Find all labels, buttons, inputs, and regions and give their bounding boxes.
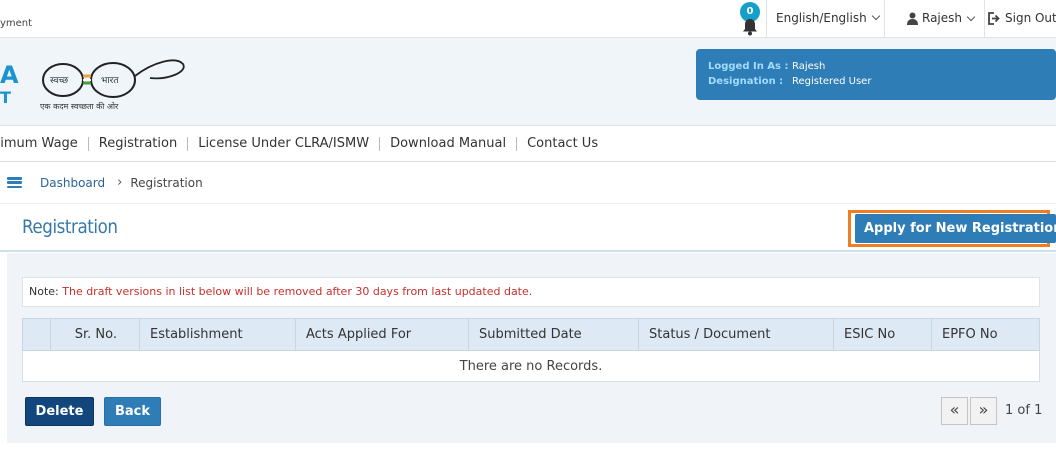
sign-out-label: Sign Out [1005,11,1056,25]
bell-icon [743,19,757,36]
nav-item-contact-us[interactable]: Contact Us [517,136,608,151]
sign-out-link[interactable]: Sign Out [988,11,1056,25]
apply-new-registration-button[interactable]: Apply for New Registration [855,214,1056,243]
site-header: A T स्वच्छ भारत एक कदम स्वच्छता की ओर Lo… [0,38,1056,126]
nav-item-download-manual[interactable]: Download Manual [380,136,518,151]
svg-text:स्वच्छ: स्वच्छ [50,76,69,86]
page-title: Registration [22,216,118,238]
pager-next-icon[interactable]: » [970,397,997,425]
nav-item-registration[interactable]: Registration [89,136,189,151]
language-label: English/English [776,11,867,25]
designation-value: Registered User [792,76,872,87]
language-selector[interactable]: English/English [776,11,880,25]
delete-button[interactable]: Delete [25,397,94,426]
chevron-down-icon [871,11,880,21]
svg-text:भारत: भारत [101,76,119,86]
breadcrumb-dashboard-link[interactable]: Dashboard [40,176,105,190]
user-menu[interactable]: Rajesh [907,11,976,25]
column-header-esic-no: ESIC No [833,318,932,351]
column-header-submitted-date: Submitted Date [468,318,639,351]
user-name: Rajesh [922,11,963,25]
page-title-bar: Registration Apply for New Registration [0,204,1056,252]
column-header-epfo-no: EPFO No [931,318,1040,351]
pager-prev-icon[interactable]: « [941,397,968,425]
divider [766,0,767,38]
back-button[interactable]: Back [104,397,161,426]
chevron-down-icon [966,12,976,21]
top-bar: yment 0 English/English Rajesh Sign Out [0,0,1056,38]
select-column-header [22,318,51,351]
swachh-bharat-logo: स्वच्छ भारत [42,59,185,98]
column-header-establishment: Establishment [139,318,296,351]
hamburger-menu-icon[interactable] [7,177,22,188]
brand-logo-fragment: T [0,88,11,107]
divider [984,0,985,38]
brand-logo-fragment: A [0,61,19,89]
login-info-box: Logged In As : Rajesh Designation : Regi… [696,49,1056,100]
note-label: Note: [29,285,59,298]
column-header-acts-applied-for: Acts Applied For [295,318,469,351]
logo-caption: एक कदम स्वच्छता की ओर [40,102,119,111]
empty-records-message: There are no Records. [22,350,1040,382]
ministry-text: yment [0,18,33,29]
column-header-sr-no: Sr. No. [50,318,140,351]
user-icon [907,12,918,25]
table-row: There are no Records. [22,350,1040,382]
designation-label: Designation : [708,76,784,87]
main-nav: nimum Wage Registration License Under CL… [0,126,1056,162]
logged-in-label: Logged In As : [708,61,789,72]
table-header-row: Sr. No. Establishment Acts Applied For S… [22,318,1040,351]
notification-bell[interactable]: 0 [738,2,762,36]
registration-panel: Note: The draft versions in list below w… [7,253,1056,443]
registration-table: Sr. No. Establishment Acts Applied For S… [22,318,1040,382]
nav-item-license-clra-ismw[interactable]: License Under CLRA/ISMW [188,136,381,151]
column-header-status-document: Status / Document [638,318,834,351]
logged-in-value: Rajesh [792,61,826,72]
breadcrumb: Dashboard › Registration [0,162,1056,204]
sign-out-icon [988,11,1000,25]
note-text: The draft versions in list below will be… [58,285,533,298]
divider [884,0,885,38]
pager-info: 1 of 1 [1005,403,1043,418]
draft-note: Note: The draft versions in list below w… [22,277,1040,307]
breadcrumb-separator-icon: › [117,175,123,190]
breadcrumb-current: Registration [130,175,203,190]
nav-item-minimum-wage[interactable]: nimum Wage [0,136,89,151]
